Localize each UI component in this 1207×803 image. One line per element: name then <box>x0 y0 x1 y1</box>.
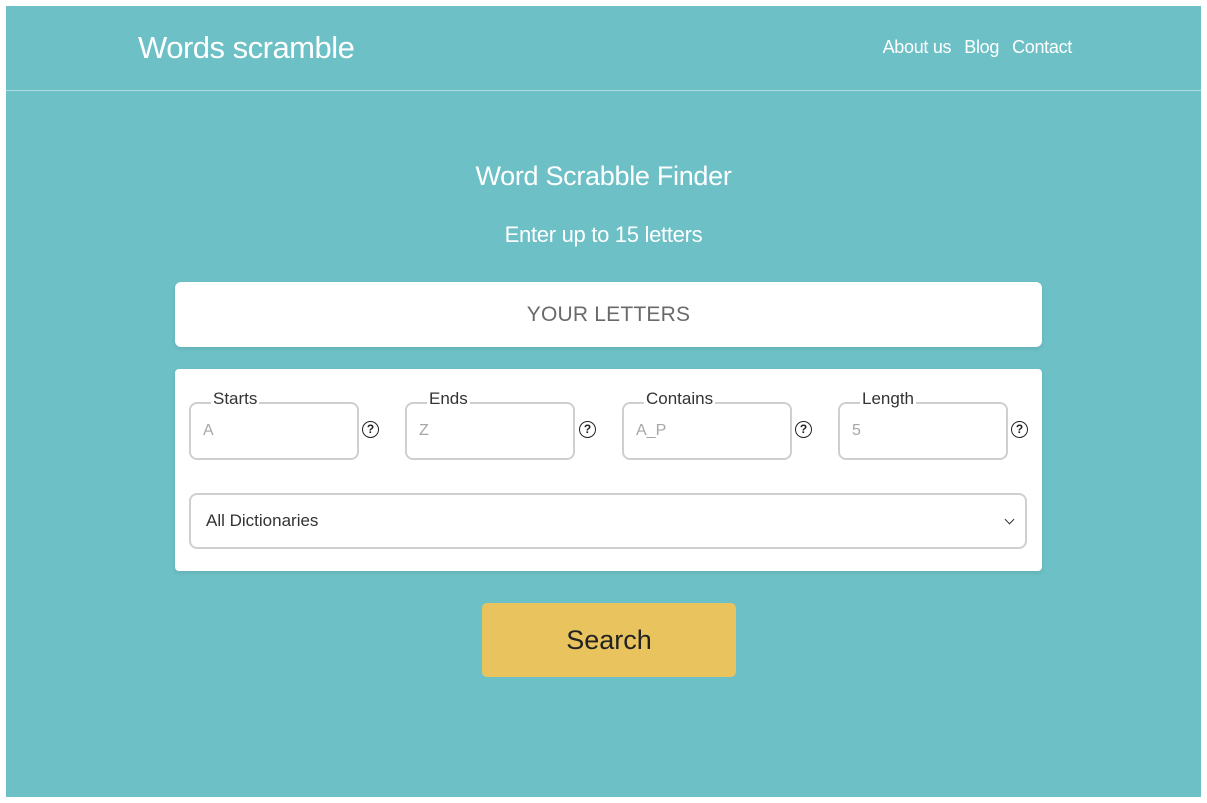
site-logo[interactable]: Words scramble <box>138 30 355 66</box>
starts-label: Starts <box>211 389 260 409</box>
page-subtitle: Enter up to 15 letters <box>504 222 703 247</box>
starts-field: Starts <box>189 389 359 460</box>
filters-card: Starts ? Ends ? Contains ? Length ? All … <box>175 369 1042 571</box>
ends-field: Ends <box>405 389 575 460</box>
contains-label: Contains <box>644 389 716 409</box>
main-nav: About us Blog Contact <box>883 37 1073 58</box>
contains-input[interactable] <box>636 418 776 444</box>
chevron-down-icon <box>1004 514 1015 525</box>
contains-field: Contains <box>622 389 792 460</box>
top-navigation-bar: Words scramble About us Blog Contact <box>6 6 1201 91</box>
length-label: Length <box>860 389 916 409</box>
dictionary-select[interactable]: All Dictionaries <box>189 493 1027 549</box>
ends-label: Ends <box>427 389 470 409</box>
nav-link-blog[interactable]: Blog <box>964 37 999 58</box>
contains-help-icon[interactable]: ? <box>795 421 812 438</box>
ends-help-icon[interactable]: ? <box>579 421 596 438</box>
ends-input[interactable] <box>419 418 559 444</box>
starts-help-icon[interactable]: ? <box>362 421 379 438</box>
letters-input-container <box>175 282 1042 347</box>
length-field: Length <box>838 389 1008 460</box>
starts-input[interactable] <box>203 418 343 444</box>
page-background: Words scramble About us Blog Contact Wor… <box>6 6 1201 797</box>
dictionary-selected-value: All Dictionaries <box>206 511 319 530</box>
length-help-icon[interactable]: ? <box>1011 421 1028 438</box>
page-title: Word Scrabble Finder <box>475 161 732 191</box>
search-button[interactable]: Search <box>482 603 736 677</box>
length-input[interactable] <box>852 418 992 444</box>
nav-link-contact[interactable]: Contact <box>1012 37 1072 58</box>
nav-link-about-us[interactable]: About us <box>883 37 952 58</box>
letters-input[interactable] <box>175 282 1042 347</box>
